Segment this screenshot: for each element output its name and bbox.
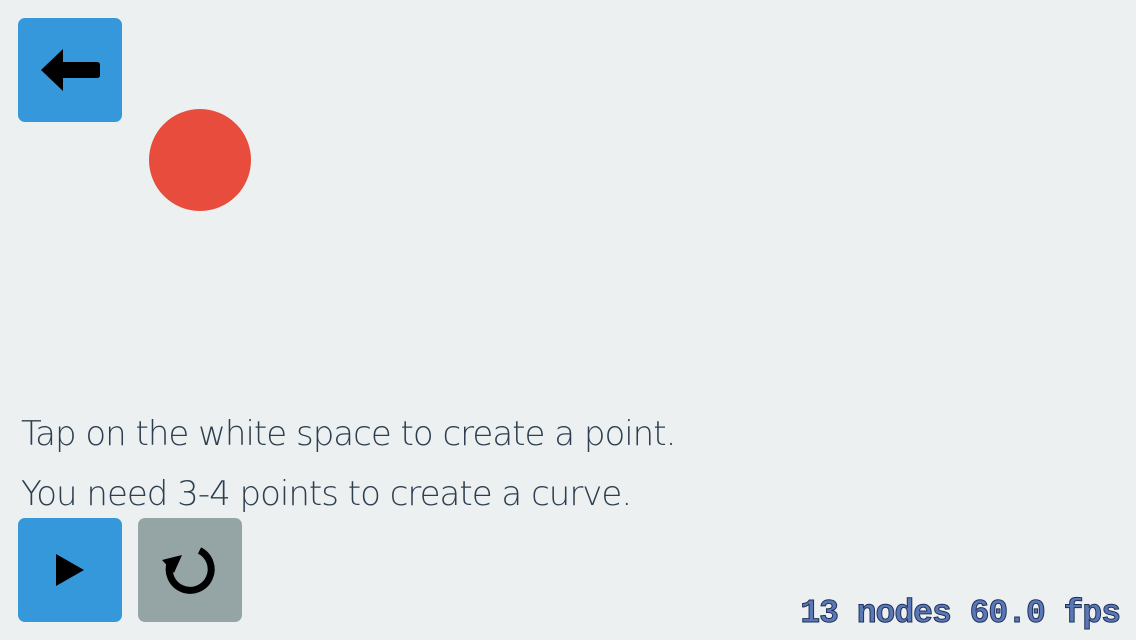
arrow-left-icon: [39, 46, 101, 94]
back-button[interactable]: [18, 18, 122, 122]
debug-stats: 13 nodes 60.0 fps: [800, 595, 1122, 633]
instruction-line-2: You need 3-4 points to create a curve.: [21, 474, 632, 514]
play-icon: [53, 552, 87, 588]
instruction-line-1: Tap on the white space to create a point…: [21, 414, 676, 454]
reset-button[interactable]: [138, 518, 242, 622]
reload-icon: [161, 541, 219, 599]
play-button[interactable]: [18, 518, 122, 622]
control-point[interactable]: [149, 109, 251, 211]
